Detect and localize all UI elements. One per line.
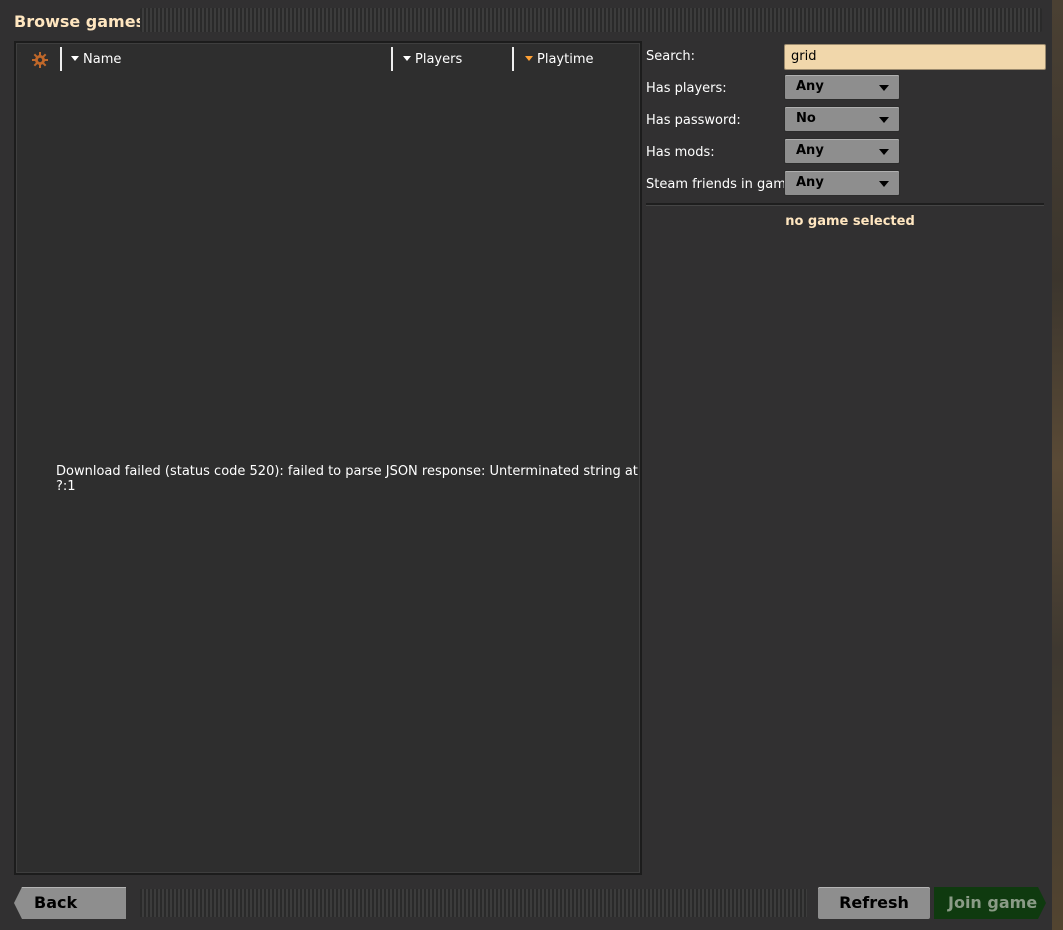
drag-handle[interactable]: [140, 8, 1042, 32]
steam-friends-dropdown[interactable]: Any: [784, 170, 900, 196]
sort-triangle-icon: [71, 56, 79, 61]
browse-games-window: Browse games Name Players Playtime Downl…: [0, 0, 1063, 930]
has-players-value: Any: [796, 79, 824, 94]
column-separator[interactable]: [60, 47, 62, 71]
column-header-name-label: Name: [83, 52, 122, 67]
has-password-value: No: [796, 111, 816, 126]
chevron-down-icon: [879, 149, 889, 155]
game-list-panel: Name Players Playtime Download failed (s…: [14, 41, 642, 875]
steam-friends-label: Steam friends in game:: [646, 177, 799, 192]
column-separator[interactable]: [391, 47, 393, 71]
column-header-playtime[interactable]: Playtime: [525, 49, 593, 71]
search-input[interactable]: grid: [784, 44, 1046, 70]
background-edge: [1052, 0, 1063, 930]
filter-panel: Search: grid Has players: Any Has passwo…: [646, 41, 1046, 875]
sort-triangle-active-icon: [525, 56, 533, 61]
error-message: Download failed (status code 520): faile…: [56, 464, 638, 494]
chevron-down-icon: [879, 181, 889, 187]
has-mods-dropdown[interactable]: Any: [784, 138, 900, 164]
window-title: Browse games: [14, 12, 146, 31]
column-header-playtime-label: Playtime: [537, 52, 594, 67]
sort-triangle-icon: [403, 56, 411, 61]
bottom-drag-strip: [140, 889, 807, 917]
search-label: Search:: [646, 49, 696, 64]
divider: [646, 203, 1044, 206]
column-separator[interactable]: [512, 47, 514, 71]
join-game-button[interactable]: Join game: [934, 887, 1046, 919]
chevron-down-icon: [879, 85, 889, 91]
has-players-label: Has players:: [646, 81, 727, 96]
back-button[interactable]: Back: [14, 887, 126, 919]
chevron-down-icon: [879, 117, 889, 123]
title-bar: Browse games: [0, 0, 1052, 42]
has-password-label: Has password:: [646, 113, 741, 128]
column-header-players[interactable]: Players: [403, 49, 462, 71]
has-players-dropdown[interactable]: Any: [784, 74, 900, 100]
no-game-selected-text: no game selected: [785, 214, 915, 229]
steam-friends-value: Any: [796, 175, 824, 190]
column-header-name[interactable]: Name: [71, 49, 121, 71]
has-password-dropdown[interactable]: No: [784, 106, 900, 132]
has-mods-label: Has mods:: [646, 145, 715, 160]
gear-icon[interactable]: [31, 51, 49, 69]
has-mods-value: Any: [796, 143, 824, 158]
refresh-button[interactable]: Refresh: [818, 887, 930, 919]
column-header-players-label: Players: [415, 52, 463, 67]
